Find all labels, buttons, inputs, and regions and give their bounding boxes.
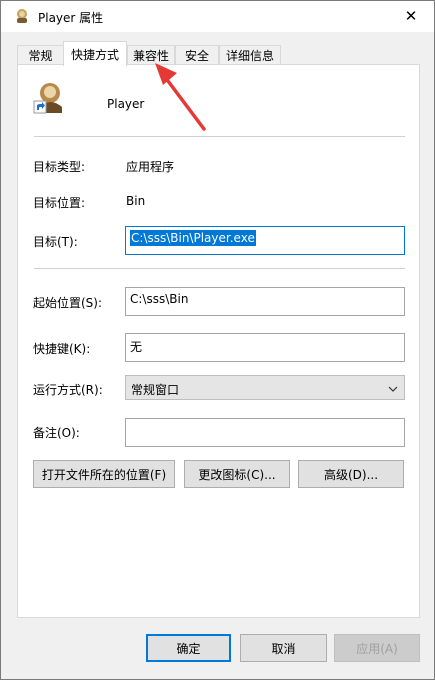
target-location-value: Bin: [126, 194, 146, 208]
target-location-label: 目标位置:: [33, 196, 86, 210]
button-label: 高级(D)...: [323, 467, 379, 482]
comment-label: 备注(O):: [33, 426, 80, 440]
properties-dialog: Player 属性 ✕ 常规 快捷方式 兼容性 安全 详细信息 Player 目…: [0, 0, 435, 680]
target-type-value: 应用程序: [126, 160, 175, 174]
apply-button[interactable]: 应用(A): [334, 634, 420, 662]
target-field[interactable]: C:\sss\Bin\Player.exe: [125, 226, 405, 255]
tab-shortcut[interactable]: 快捷方式: [63, 41, 127, 66]
tab-label: 快捷方式: [70, 47, 119, 62]
button-label: 更改图标(C)...: [198, 467, 276, 482]
button-label: 确定: [176, 641, 201, 656]
target-type-label: 目标类型:: [33, 160, 86, 174]
cancel-button[interactable]: 取消: [240, 634, 327, 662]
start-in-label: 起始位置(S):: [33, 296, 103, 310]
window-title: Player 属性: [38, 11, 104, 25]
hotkey-label: 快捷键(K):: [33, 342, 91, 356]
button-label: 取消: [271, 641, 296, 656]
advanced-button[interactable]: 高级(D)...: [298, 460, 404, 488]
run-label: 运行方式(R):: [33, 383, 103, 397]
run-value: 常规窗口: [131, 383, 180, 397]
hotkey-value: 无: [130, 340, 143, 354]
start-in-value: C:\sss\Bin: [130, 292, 189, 306]
open-file-location-button[interactable]: 打开文件所在的位置(F): [33, 460, 175, 488]
shortcut-icon: [32, 81, 66, 118]
run-select[interactable]: 常规窗口: [125, 375, 405, 400]
tab-label: 详细信息: [225, 49, 274, 63]
annotation-arrow-icon: [155, 63, 206, 131]
title-bar[interactable]: Player 属性 ✕: [1, 1, 434, 32]
close-button[interactable]: ✕: [396, 3, 426, 29]
hotkey-field[interactable]: 无: [125, 333, 405, 362]
start-in-field[interactable]: C:\sss\Bin: [125, 287, 405, 316]
close-icon: ✕: [404, 7, 418, 25]
button-label: 应用(A): [356, 641, 398, 656]
divider: [34, 268, 405, 269]
button-label: 打开文件所在的位置(F): [41, 467, 167, 482]
chevron-down-icon: [388, 382, 398, 396]
target-value: C:\sss\Bin\Player.exe: [130, 230, 256, 246]
divider: [34, 136, 405, 137]
shortcut-name: Player: [107, 97, 145, 111]
shortcut-panel: Player 目标类型: 应用程序 目标位置: Bin 目标(T): C:\ss…: [17, 64, 420, 618]
app-icon: [13, 7, 31, 25]
tab-label: 常规: [28, 49, 53, 63]
tab-general[interactable]: 常规: [17, 45, 64, 65]
tab-details[interactable]: 详细信息: [219, 45, 281, 65]
comment-field[interactable]: [125, 418, 405, 447]
target-label: 目标(T):: [33, 235, 78, 249]
ok-button[interactable]: 确定: [146, 634, 231, 662]
change-icon-button[interactable]: 更改图标(C)...: [184, 460, 290, 488]
